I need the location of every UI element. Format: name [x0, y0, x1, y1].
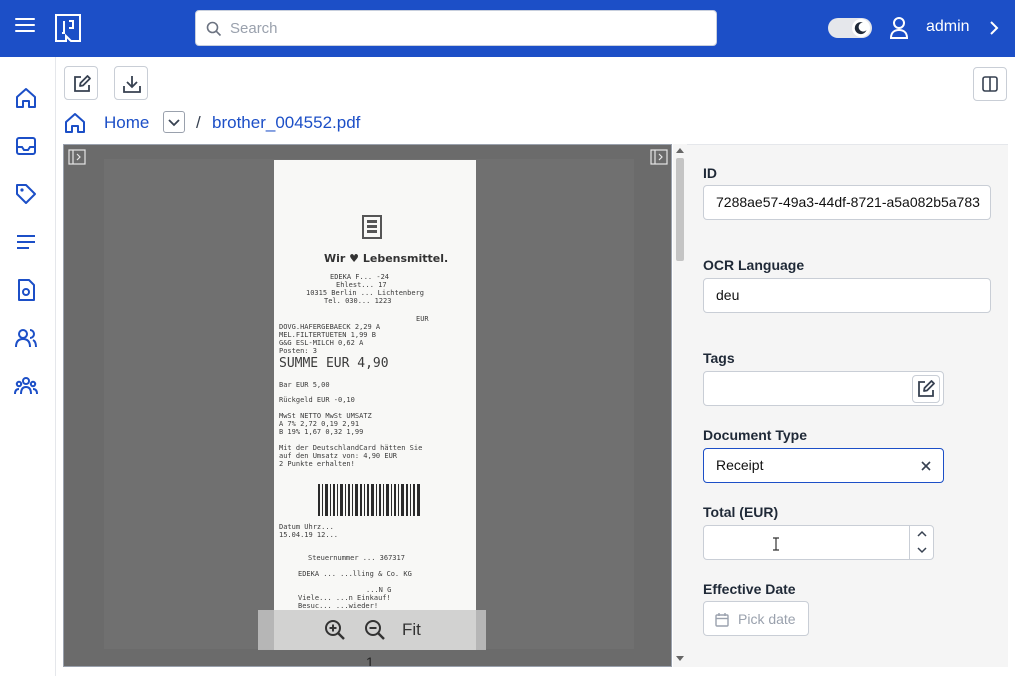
zoom-toolbar: Fit: [258, 610, 486, 650]
fit-button[interactable]: Fit: [402, 620, 421, 640]
scroll-up-arrow[interactable]: [676, 148, 684, 153]
download-icon: [123, 76, 141, 93]
decrement-icon[interactable]: [910, 542, 934, 558]
receipt-line: Steuernummer ... 367317: [308, 554, 405, 562]
total-stepper: [909, 526, 934, 559]
receipt-line: EDEKA F... -24: [330, 273, 390, 281]
home-icon[interactable]: [64, 112, 86, 134]
id-field[interactable]: 7288ae57-49a3-44df-8721-a5a082b5a783: [703, 185, 991, 220]
receipt-line: auf den Umsatz von: 4,90 EUR: [279, 452, 398, 460]
toggle-panel-button[interactable]: [973, 67, 1007, 101]
search-icon: [206, 21, 222, 37]
ocr-language-label: OCR Language: [703, 257, 805, 273]
split-panel-icon: [982, 76, 998, 92]
app-logo-icon[interactable]: [53, 13, 83, 43]
barcode-image: [318, 484, 420, 516]
receipt-line: MEL.FILTERTUETEN 1,99 B: [279, 331, 376, 339]
receipt-line: 2 Punkte erhalten!: [279, 460, 355, 468]
scroll-down-arrow[interactable]: [676, 656, 684, 661]
receipt-line: Mit der DeutschlandCard hätten Sie: [279, 444, 423, 452]
pick-date-placeholder: Pick date: [738, 611, 796, 627]
effective-date-label: Effective Date: [703, 581, 796, 597]
viewer-scrollbar[interactable]: [673, 144, 687, 667]
chevron-down-icon: [168, 119, 180, 127]
receipt-line: Datum Uhrz...: [279, 523, 334, 531]
tags-field[interactable]: [703, 371, 944, 406]
inbox-icon[interactable]: [14, 134, 38, 158]
receipt-line: 10315 Berlin ... Lichtenberg: [306, 289, 425, 297]
user-icon[interactable]: [889, 16, 909, 40]
username[interactable]: admin: [926, 18, 970, 36]
receipt-line: A 7% 2,72 0,19 2,91: [279, 420, 360, 428]
metadata-form: ID 7288ae57-49a3-44df-8721-a5a082b5a783 …: [687, 144, 1008, 667]
document-type-label: Document Type: [703, 427, 807, 443]
receipt-total: SUMME EUR 4,90: [279, 356, 389, 371]
receipt-line: B 19% 1,67 0,32 1,99: [279, 428, 364, 436]
tag-icon[interactable]: [14, 182, 38, 206]
breadcrumb-dropdown[interactable]: [163, 111, 185, 133]
receipt-line: Viele... ...n Einkauf!: [298, 594, 391, 602]
document-type-value: Receipt: [716, 457, 764, 473]
receipt-line: Ehlest... 17: [336, 281, 387, 289]
total-label: Total (EUR): [703, 504, 779, 520]
receipt-line: G&G ESL-MILCH 0,62 A: [279, 339, 364, 347]
chevron-right-icon[interactable]: [988, 20, 1000, 36]
expand-left-icon[interactable]: [68, 149, 86, 165]
text-cursor-icon: [773, 537, 779, 551]
dark-mode-toggle[interactable]: [828, 18, 872, 38]
clear-icon[interactable]: [919, 459, 933, 473]
top-bar: admin: [0, 0, 1015, 57]
expand-right-icon[interactable]: [650, 149, 668, 165]
list-icon[interactable]: [14, 230, 38, 254]
edit-tags-button[interactable]: [912, 375, 940, 403]
receipt-line: MwSt NETTO MwSt UMSATZ: [279, 412, 372, 420]
edit-icon: [74, 75, 91, 92]
home-icon[interactable]: [14, 86, 38, 110]
search-box: [195, 10, 717, 46]
moon-icon: [854, 22, 867, 35]
hamburger-menu-icon[interactable]: [15, 17, 35, 33]
groups-icon[interactable]: [14, 374, 38, 398]
edeka-logo-icon: [362, 215, 382, 239]
receipt-line: Bar EUR 5,00: [279, 381, 330, 389]
receipt-line: EDEKA ... ...lling & Co. KG: [298, 570, 412, 578]
breadcrumb-home[interactable]: Home: [104, 113, 149, 133]
page-number: 1: [366, 654, 374, 667]
calendar-icon: [715, 613, 729, 627]
edit-icon: [918, 380, 935, 397]
edit-button[interactable]: [64, 66, 98, 100]
search-input[interactable]: [230, 11, 700, 45]
scrollbar-thumb[interactable]: [676, 158, 684, 261]
toggle-knob: [852, 19, 870, 37]
download-button[interactable]: [114, 66, 148, 100]
receipt-line: Tel. 030... 1223: [324, 297, 392, 305]
receipt-slogan: Wir ♥ Lebensmittel.: [324, 252, 449, 265]
receipt-line: ...N G: [366, 586, 392, 594]
increment-icon[interactable]: [910, 526, 934, 542]
receipt-line: Rückgeld EUR -0,10: [279, 396, 355, 404]
sidebar: [0, 57, 56, 676]
receipt-line: Besuc... ...wieder!: [298, 602, 379, 610]
users-icon[interactable]: [14, 326, 38, 350]
pdf-viewer[interactable]: Wir ♥ Lebensmittel. EDEKA F... -24 Ehles…: [63, 144, 672, 667]
receipt-page: Wir ♥ Lebensmittel. EDEKA F... -24 Ehles…: [274, 160, 476, 650]
id-label: ID: [703, 165, 717, 181]
document-type-field[interactable]: Receipt: [703, 448, 944, 483]
ocr-language-field[interactable]: deu: [703, 278, 991, 313]
receipt-line: DOVG.HAFERGEBAECK 2,29 A: [279, 323, 381, 331]
pick-date-button[interactable]: Pick date: [703, 601, 809, 636]
zoom-in-icon[interactable]: [324, 619, 346, 641]
receipt-line: EUR: [416, 315, 429, 323]
total-field[interactable]: [703, 525, 934, 560]
receipt-line: 15.04.19 12...: [279, 531, 339, 539]
receipt-line: Posten: 3: [279, 347, 317, 355]
breadcrumb-separator: /: [196, 113, 201, 132]
breadcrumb-file[interactable]: brother_004552.pdf: [212, 113, 360, 133]
document-type-icon[interactable]: [14, 278, 38, 302]
zoom-out-icon[interactable]: [364, 619, 386, 641]
tags-label: Tags: [703, 350, 735, 366]
